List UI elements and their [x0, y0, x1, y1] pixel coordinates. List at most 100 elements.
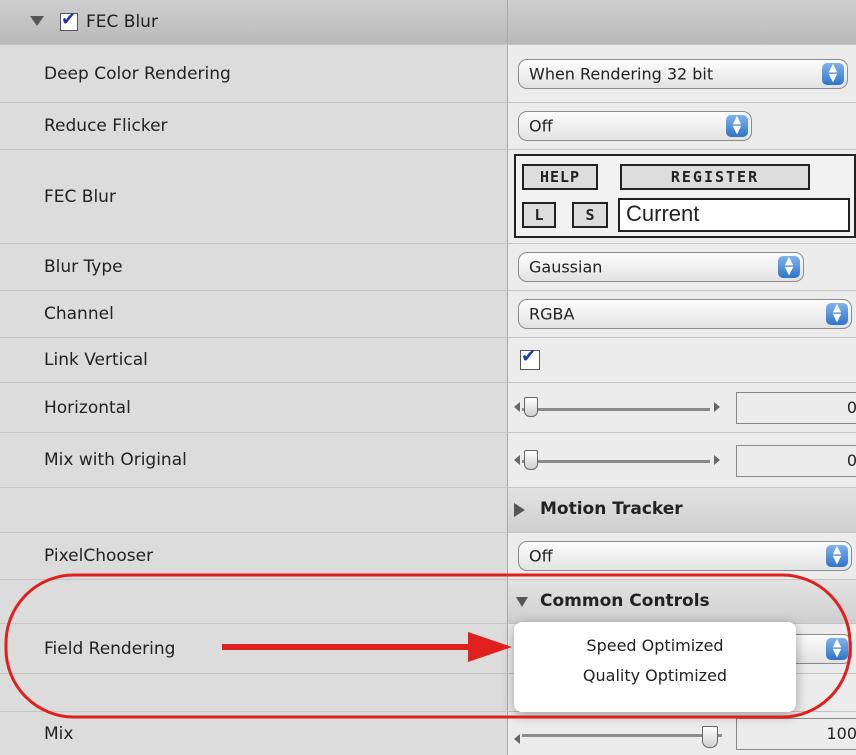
- effect-title: FEC Blur: [86, 12, 158, 32]
- channel-select[interactable]: RGBA ▲ ▼: [518, 299, 852, 329]
- control-cell: 100: [508, 712, 856, 755]
- common-controls-row: Common Controls: [0, 580, 856, 624]
- channel-label: Channel: [44, 304, 114, 324]
- common-controls-title[interactable]: Common Controls: [540, 591, 710, 611]
- slider-left-arrow-icon[interactable]: [514, 402, 520, 412]
- updown-arrows-icon: ▲ ▼: [826, 302, 848, 325]
- reduce-flicker-value: Off: [529, 116, 553, 136]
- mix-slider-thumb[interactable]: [702, 726, 718, 748]
- blur-type-label: Blur Type: [44, 257, 123, 277]
- deep-color-label: Deep Color Rendering: [44, 63, 231, 84]
- updown-arrows-icon: ▲ ▼: [726, 114, 748, 137]
- mix-slider-track[interactable]: [522, 733, 722, 737]
- label-cell: [0, 674, 508, 711]
- label-cell: Link Vertical: [0, 338, 508, 382]
- slider-right-arrow-icon[interactable]: [714, 455, 720, 465]
- control-cell: 0: [508, 383, 856, 432]
- slider-left-arrow-icon[interactable]: [514, 734, 520, 744]
- mix-original-label: Mix with Original: [44, 450, 187, 470]
- updown-arrows-icon: ▲ ▼: [826, 544, 848, 567]
- label-cell: Mix with Original: [0, 433, 508, 487]
- effect-header-row: FEC Blur: [0, 0, 856, 45]
- effect-header-label-cell: FEC Blur: [0, 0, 508, 44]
- control-cell: Off ▲ ▼: [508, 533, 856, 579]
- link-vertical-row: Link Vertical: [0, 338, 856, 383]
- control-cell: Gaussian ▲ ▼: [508, 244, 856, 290]
- deep-color-value: When Rendering 32 bit: [529, 64, 714, 83]
- label-cell: [0, 488, 508, 532]
- effect-enable-checkbox[interactable]: [60, 9, 78, 31]
- blur-type-select[interactable]: Gaussian ▲ ▼: [518, 252, 804, 282]
- link-vertical-checkbox[interactable]: [520, 346, 540, 370]
- mix-value-field[interactable]: 100: [736, 718, 856, 750]
- menu-option-quality-optimized[interactable]: Quality Optimized: [514, 666, 796, 685]
- label-cell: Horizontal: [0, 383, 508, 432]
- control-cell: [508, 338, 856, 382]
- fec-blur-label: FEC Blur: [44, 186, 116, 207]
- label-cell: Deep Color Rendering: [0, 45, 508, 102]
- horizontal-row: Horizontal 0: [0, 383, 856, 433]
- link-vertical-label: Link Vertical: [44, 350, 148, 370]
- deep-color-row: Deep Color Rendering When Rendering 32 b…: [0, 45, 856, 103]
- fec-blur-row: FEC Blur HELP REGISTER L S Current: [0, 150, 856, 244]
- mix-original-slider-thumb[interactable]: [524, 450, 538, 470]
- mix-original-row: Mix with Original 0: [0, 433, 856, 488]
- pixelchooser-value: Off: [529, 546, 553, 566]
- control-cell: Motion Tracker: [508, 488, 856, 532]
- field-rendering-label: Field Rendering: [44, 638, 176, 659]
- pixelchooser-row: PixelChooser Off ▲ ▼: [0, 533, 856, 580]
- deep-color-select[interactable]: When Rendering 32 bit ▲ ▼: [518, 58, 848, 89]
- slider-right-arrow-icon[interactable]: [714, 402, 720, 412]
- register-button[interactable]: REGISTER: [620, 164, 810, 190]
- disclosure-triangle-down-icon[interactable]: [30, 16, 44, 26]
- menu-option-speed-optimized[interactable]: Speed Optimized: [514, 636, 796, 655]
- slider-left-arrow-icon[interactable]: [514, 455, 520, 465]
- motion-tracker-title[interactable]: Motion Tracker: [540, 499, 683, 519]
- mix-original-slider-track[interactable]: [522, 460, 710, 463]
- label-cell: Blur Type: [0, 244, 508, 290]
- reduce-flicker-row: Reduce Flicker Off ▲ ▼: [0, 103, 856, 150]
- fec-blur-widget: HELP REGISTER L S Current: [514, 154, 856, 238]
- mix-row: Mix 100: [0, 712, 856, 755]
- horizontal-label: Horizontal: [44, 397, 131, 418]
- field-rendering-popup-menu: Speed Optimized Quality Optimized: [514, 622, 796, 712]
- motion-tracker-row: Motion Tracker: [0, 488, 856, 533]
- control-cell: RGBA ▲ ▼: [508, 291, 856, 337]
- label-cell: Reduce Flicker: [0, 103, 508, 149]
- control-cell: HELP REGISTER L S Current: [508, 150, 856, 243]
- control-cell: Common Controls: [508, 580, 856, 623]
- mix-original-value-field[interactable]: 0: [736, 445, 856, 477]
- channel-value: RGBA: [529, 304, 575, 324]
- label-cell: Field Rendering: [0, 624, 508, 673]
- horizontal-value-field[interactable]: 0: [736, 392, 856, 424]
- control-cell: When Rendering 32 bit ▲ ▼: [508, 45, 856, 102]
- updown-arrows-icon: ▲ ▼: [826, 637, 848, 660]
- pixelchooser-select[interactable]: Off ▲ ▼: [518, 541, 852, 571]
- label-cell: Channel: [0, 291, 508, 337]
- channel-row: Channel RGBA ▲ ▼: [0, 291, 856, 338]
- updown-arrows-icon: ▲ ▼: [778, 255, 800, 278]
- reduce-flicker-label: Reduce Flicker: [44, 116, 168, 136]
- help-button[interactable]: HELP: [522, 164, 598, 190]
- label-cell: FEC Blur: [0, 150, 508, 243]
- load-button[interactable]: L: [522, 202, 556, 228]
- blur-type-row: Blur Type Gaussian ▲ ▼: [0, 244, 856, 291]
- horizontal-slider-track[interactable]: [522, 407, 710, 411]
- disclosure-triangle-right-icon[interactable]: [514, 503, 525, 517]
- mix-label: Mix: [44, 723, 74, 744]
- label-cell: Mix: [0, 712, 508, 755]
- inspector-panel: FEC Blur Deep Color Rendering When Rende…: [0, 0, 856, 755]
- blur-type-value: Gaussian: [529, 257, 603, 277]
- pixelchooser-label: PixelChooser: [44, 546, 154, 566]
- preset-field[interactable]: Current: [618, 198, 850, 232]
- horizontal-slider-thumb[interactable]: [524, 397, 538, 417]
- disclosure-triangle-down-icon[interactable]: [516, 597, 528, 607]
- updown-arrows-icon: ▲ ▼: [822, 62, 844, 85]
- save-button[interactable]: S: [572, 202, 608, 228]
- effect-header-control-cell: [508, 0, 856, 44]
- control-cell: Off ▲ ▼: [508, 103, 856, 149]
- label-cell: PixelChooser: [0, 533, 508, 579]
- control-cell: 0: [508, 433, 856, 487]
- reduce-flicker-select[interactable]: Off ▲ ▼: [518, 111, 752, 141]
- label-cell: [0, 580, 508, 623]
